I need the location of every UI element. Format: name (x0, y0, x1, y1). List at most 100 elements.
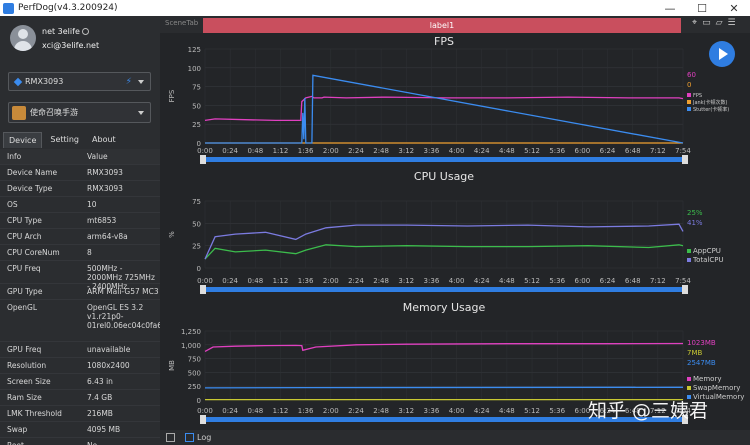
slider-handle-right (682, 285, 688, 294)
folder-icon[interactable]: ▭ (702, 18, 716, 28)
y-tick-label: 750 (188, 356, 201, 364)
user-panel: net 3elife xci@3elife.net (0, 16, 160, 62)
info-value: arm64-v8a (87, 232, 128, 241)
table-row: Resolution 1080x2400 (0, 358, 160, 374)
legend-label: Stutter(卡顿率) (693, 106, 729, 113)
x-tick-label: 0:48 (247, 277, 263, 285)
x-tick-label: 7:12 (650, 277, 666, 285)
x-tick-label: 4:00 (449, 407, 465, 415)
chevron-down-icon (138, 79, 144, 84)
x-tick-label: 0:48 (247, 147, 263, 155)
x-tick-label: 4:24 (474, 407, 490, 415)
table-row: OS 10 (0, 197, 160, 213)
info-key: Device Type (7, 184, 53, 193)
info-header: Info Value (0, 149, 160, 165)
info-value: OpenGL ES 3.2 v1.r21p0-01rel0.06ec04c0fa… (87, 303, 160, 330)
series-line-2 (205, 74, 684, 144)
info-key: Ram Size (7, 393, 42, 402)
info-key: GPU Type (7, 287, 43, 296)
tab-device[interactable]: Device (3, 132, 43, 148)
perfdog-logo-icon (3, 2, 14, 14)
legend-label: TotalCPU (692, 256, 724, 264)
scene-tab[interactable]: SceneTab (165, 19, 198, 27)
x-tick-label: 6:48 (625, 277, 641, 285)
info-key: CPU CoreNum (7, 248, 60, 257)
slider-handle-left (200, 285, 206, 294)
x-tick-label: 6:24 (600, 277, 616, 285)
perfdog-window: PerfDog(v4.3.200924) — ☐ ✕ net 3elife xc… (0, 0, 750, 445)
chart-title: Memory Usage (403, 301, 486, 314)
table-row: Swap 4095 MB (0, 422, 160, 438)
tab-about[interactable]: About (87, 132, 121, 148)
x-tick-label: 1:12 (273, 147, 289, 155)
scene-tab-bar: SceneTab label1 ⌖▭▱☰ (160, 16, 750, 33)
info-value: mt6853 (87, 216, 117, 225)
x-tick-label: 5:36 (549, 277, 565, 285)
x-tick-label: 3:36 (424, 277, 440, 285)
app-select[interactable]: 使命召唤手游 (8, 102, 151, 123)
y-axis-label: FPS (168, 89, 176, 102)
menu-icon[interactable]: ☰ (728, 18, 741, 28)
info-key: CPU Type (7, 216, 42, 225)
y-tick-label: 50 (192, 102, 201, 110)
user-email: xci@3elife.net (42, 41, 100, 50)
close-button[interactable]: ✕ (718, 0, 750, 16)
x-tick-label: 6:00 (575, 147, 591, 155)
x-tick-label: 5:12 (524, 407, 540, 415)
screenshot-icon[interactable] (166, 433, 175, 442)
device-select[interactable]: RMX3093 ⚡ (8, 72, 151, 91)
avatar[interactable] (10, 25, 36, 51)
tab-setting[interactable]: Setting (45, 132, 84, 148)
x-tick-label: 4:48 (499, 407, 515, 415)
legend-swatch (687, 377, 691, 381)
info-key: OpenGL (7, 303, 38, 312)
table-row: CPU Arch arm64-v8a (0, 229, 160, 245)
folder-open-icon[interactable]: ▱ (716, 18, 728, 28)
table-row: Root No (0, 438, 160, 445)
label-tab[interactable]: label1 (203, 18, 681, 33)
x-tick-label: 2:48 (373, 147, 389, 155)
device-select-value: RMX3093 (25, 77, 64, 86)
legend-label: Jank(卡顿次数) (692, 99, 728, 106)
table-row: CPU Freq 500MHz - 2000MHz 725MHz - 2400MH… (0, 261, 160, 291)
app-select-value: 使命召唤手游 (30, 108, 78, 117)
x-tick-label: 4:24 (474, 147, 490, 155)
table-row: CPU Type mt6853 (0, 213, 160, 229)
legend-swatch (687, 386, 691, 390)
y-tick-label: 125 (188, 46, 201, 54)
info-value: 6.43 in (87, 377, 113, 386)
log-checkbox[interactable] (185, 433, 194, 442)
power-icon[interactable] (81, 28, 89, 35)
charts-panel: FPS 0 25 50 75 100 125 FPS 0:00 0:24 0:48 1:12 1:36 2… (160, 33, 750, 430)
sidebar-tabs: Device Setting About (0, 132, 160, 148)
x-tick-label: 1:12 (273, 407, 289, 415)
info-value: 216MB (87, 409, 113, 418)
location-icon[interactable]: ⌖ (692, 18, 702, 28)
charts-svg: FPS0255075100125FPS0:00 0:24 0:48 1:12 1:36 2… (168, 35, 744, 424)
info-key: Screen Size (7, 377, 51, 386)
x-tick-label: 1:36 (298, 147, 314, 155)
chevron-down-icon (138, 110, 144, 115)
table-row: GPU Freq unavailable (0, 342, 160, 358)
x-tick-label: 6:48 (625, 147, 641, 155)
x-tick-label: 5:36 (549, 147, 565, 155)
current-value-label: 7MB (687, 349, 702, 357)
series-line-0 (204, 244, 684, 260)
legend-swatch (687, 249, 691, 253)
x-tick-label: 6:00 (575, 277, 591, 285)
info-value: 7.4 GB (87, 393, 113, 402)
x-tick-label: 2:00 (323, 277, 339, 285)
table-row: Ram Size 7.4 GB (0, 390, 160, 406)
series-line-1 (204, 223, 684, 260)
play-button[interactable] (709, 41, 735, 67)
maximize-button[interactable]: ☐ (686, 0, 718, 16)
x-tick-label: 2:48 (373, 407, 389, 415)
info-key: LMK Threshold (7, 409, 62, 418)
x-tick-label: 2:24 (348, 277, 364, 285)
info-key: Device Name (7, 168, 58, 177)
info-key: CPU Arch (7, 232, 42, 241)
time-range-slider (202, 157, 686, 162)
info-key: Resolution (7, 361, 47, 370)
minimize-button[interactable]: — (654, 0, 686, 16)
current-value-label: 0 (687, 81, 691, 89)
